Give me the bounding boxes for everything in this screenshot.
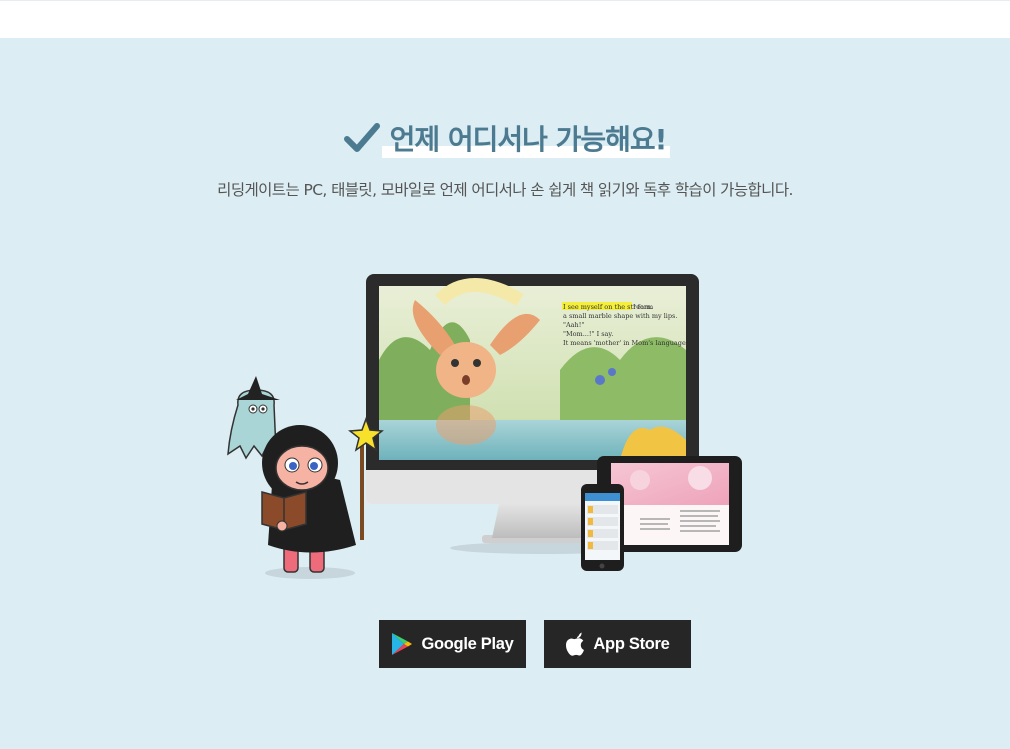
smartphone-device	[581, 484, 624, 571]
devices-illustration: I see myself on the stream. I form a sma…	[227, 274, 742, 579]
app-store-button[interactable]: App Store	[544, 620, 691, 668]
top-bar	[0, 0, 1010, 39]
story-line5: It means 'mother' in Mom's language.	[563, 339, 688, 347]
app-store-label: App Store	[593, 634, 670, 653]
reader-character	[261, 416, 384, 579]
story-line3: "Aah!"	[563, 321, 584, 329]
google-play-label: Google Play	[421, 634, 514, 653]
story-line1-rest: I form	[633, 303, 653, 311]
story-line2: a small marble shape with my lips.	[563, 312, 677, 320]
google-play-icon	[392, 633, 413, 655]
story-line4: "Mom...!" I say.	[563, 330, 613, 338]
apple-icon	[566, 632, 585, 656]
google-play-button[interactable]: Google Play	[379, 620, 526, 668]
